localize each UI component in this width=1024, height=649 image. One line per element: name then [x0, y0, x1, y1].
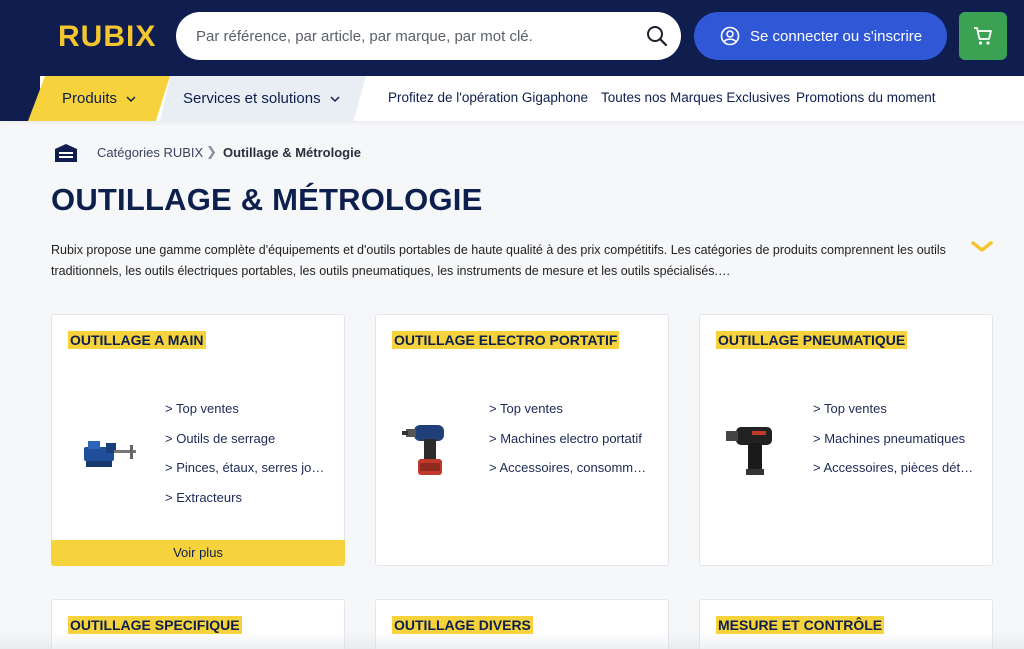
services-label: Services et solutions	[183, 90, 321, 107]
category-card-outillage-main[interactable]: OUTILLAGE A MAIN > Top ventes > Outils d…	[51, 314, 345, 566]
cart-button[interactable]	[959, 12, 1007, 60]
nav-link-gigaphone[interactable]: Profitez de l'opération Gigaphone	[388, 90, 588, 105]
card-link[interactable]: > Top ventes	[489, 401, 651, 431]
services-menu[interactable]: Services et solutions	[160, 76, 366, 121]
card-link[interactable]: > Accessoires, pièces détachées	[813, 460, 975, 490]
search-icon[interactable]	[645, 24, 669, 48]
produits-label: Produits	[62, 90, 118, 107]
nav-link-promotions[interactable]: Promotions du moment	[796, 90, 936, 105]
produits-menu[interactable]: Produits	[28, 76, 170, 121]
impact-wrench-icon	[726, 427, 772, 475]
card-links: > Top ventes > Machines pneumatiques > A…	[813, 401, 975, 490]
voir-plus-button[interactable]: Voir plus	[51, 540, 345, 566]
search-input[interactable]	[196, 24, 636, 48]
breadcrumb-parent[interactable]: Catégories RUBIX	[97, 145, 203, 160]
chevron-down-icon	[126, 95, 136, 102]
user-icon	[720, 26, 740, 46]
login-label: Se connecter ou s'inscrire	[750, 27, 923, 45]
rubix-logo[interactable]: RUBIX	[58, 20, 156, 54]
card-title[interactable]: OUTILLAGE PNEUMATIQUE	[716, 331, 908, 349]
page-title: OUTILLAGE & MÉTROLOGIE	[51, 182, 483, 217]
card-link[interactable]: > Top ventes	[813, 401, 975, 431]
nav-link-marques[interactable]: Toutes nos Marques Exclusives	[601, 90, 790, 105]
drill-icon	[402, 425, 444, 475]
card-title[interactable]: OUTILLAGE A MAIN	[68, 331, 206, 349]
card-link[interactable]: > Accessoires, consommables	[489, 460, 651, 490]
top-header: RUBIX Se connecter ou s'inscrire	[0, 0, 1024, 76]
main-navbar: Services et solutions Produits Profitez …	[0, 76, 1024, 121]
page-description: Rubix propose une gamme complète d'équip…	[51, 243, 946, 278]
card-link[interactable]: > Machines electro portatif	[489, 431, 651, 461]
card-link[interactable]: > Top ventes	[165, 401, 327, 431]
cart-icon	[974, 27, 992, 45]
card-link[interactable]: > Extracteurs	[165, 490, 327, 520]
card-links: > Top ventes > Machines electro portatif…	[489, 401, 651, 490]
breadcrumb-current: Outillage & Métrologie	[223, 145, 361, 160]
card-link[interactable]: > Outils de serrage	[165, 431, 327, 461]
search-bar[interactable]	[176, 12, 681, 60]
login-button[interactable]: Se connecter ou s'inscrire	[694, 12, 947, 60]
category-card-electro-portatif[interactable]: OUTILLAGE ELECTRO PORTATIF > Top ventes …	[375, 314, 669, 566]
vise-icon	[84, 441, 136, 467]
card-link[interactable]: > Machines pneumatiques	[813, 431, 975, 461]
breadcrumb-separator: ❯	[206, 144, 217, 159]
catalog-icon[interactable]	[54, 143, 78, 163]
chevron-down-icon[interactable]	[970, 240, 994, 254]
card-link[interactable]: > Pinces, étaux, serres joints	[165, 460, 327, 490]
chevron-down-icon	[330, 95, 340, 102]
category-card-pneumatique[interactable]: OUTILLAGE PNEUMATIQUE > Top ventes > Mac…	[699, 314, 993, 566]
card-links: > Top ventes > Outils de serrage > Pince…	[165, 401, 327, 519]
card-title[interactable]: OUTILLAGE ELECTRO PORTATIF	[392, 331, 620, 349]
scroll-fade	[0, 632, 1024, 649]
